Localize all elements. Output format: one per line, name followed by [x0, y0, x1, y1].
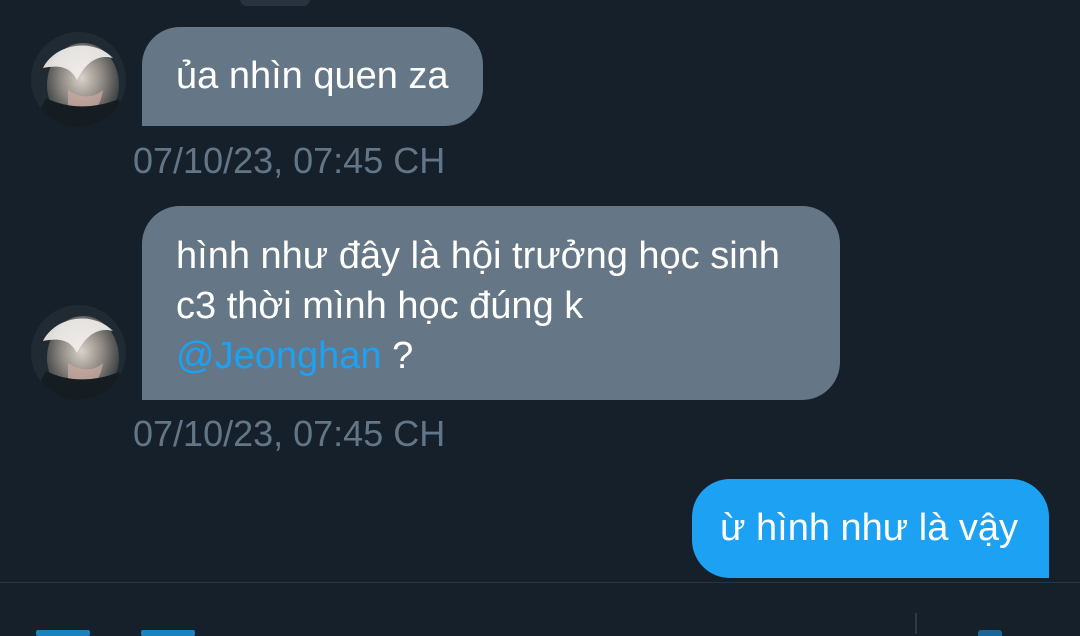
message-line: c3 thời mình học đúng k — [176, 285, 584, 327]
message-punctuation: ? — [381, 335, 414, 377]
message-line: @Jeonghan ? — [176, 331, 806, 381]
incoming-message-bubble[interactable]: ủa nhìn quen za — [142, 27, 483, 126]
avatar[interactable] — [31, 32, 126, 127]
message-text: ủa nhìn quen za — [176, 55, 449, 97]
send-icon[interactable] — [978, 630, 1002, 636]
gif-icon[interactable] — [141, 630, 195, 636]
avatar-image — [31, 305, 126, 400]
message-timestamp: 07/10/23, 07:45 CH — [133, 140, 446, 181]
outgoing-message-bubble[interactable]: ừ hình như là vậy — [692, 479, 1049, 578]
media-icon[interactable] — [36, 630, 90, 636]
user-mention-link[interactable]: @Jeonghan — [176, 335, 382, 377]
message-timestamp: 07/10/23, 07:45 CH — [133, 413, 446, 454]
message-line: hình như đây là hội trưởng học sinh — [176, 235, 780, 277]
message-text: ừ hình như là vậy — [720, 507, 1019, 549]
composer-divider — [915, 613, 917, 634]
direct-message-thread: ủa nhìn quen za 07/10/23, 07:45 CH hình … — [0, 0, 1080, 633]
avatar-image — [31, 32, 126, 127]
incoming-message-bubble[interactable]: hình như đây là hội trưởng học sinh c3 t… — [142, 206, 840, 400]
avatar[interactable] — [31, 305, 126, 400]
message-composer — [0, 582, 1080, 636]
